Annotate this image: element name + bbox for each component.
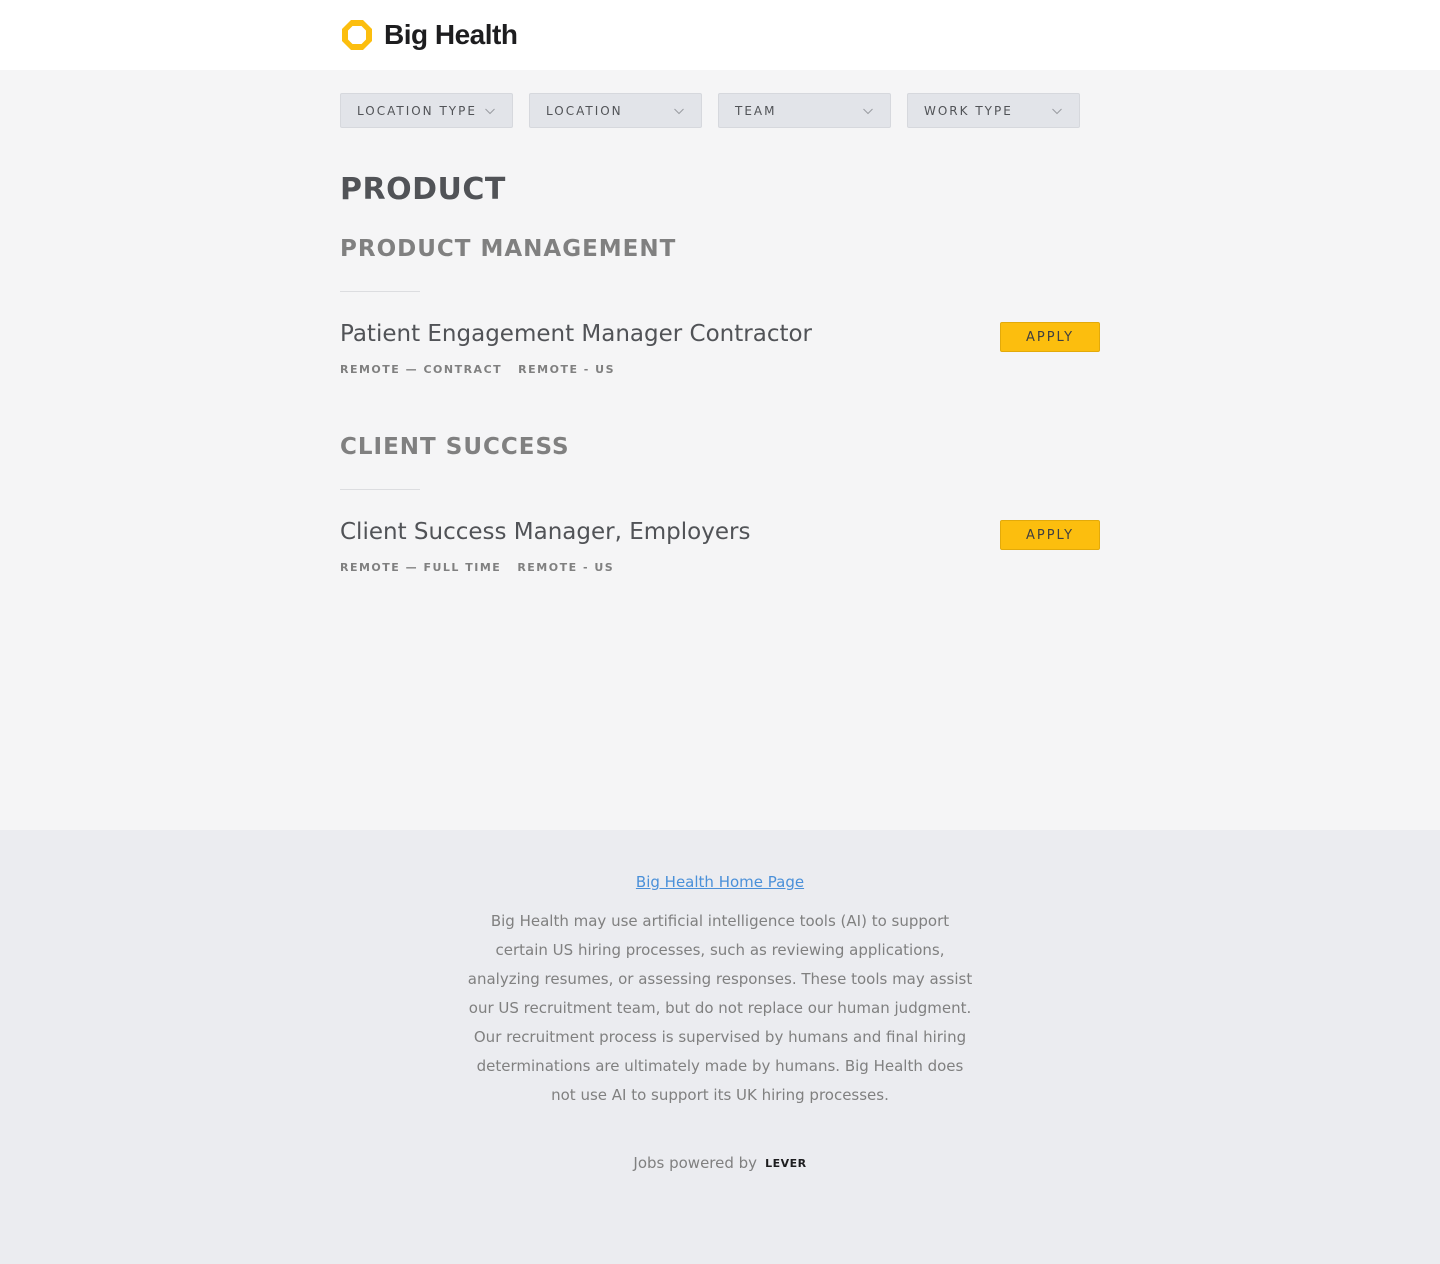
team-title-client-success: CLIENT SUCCESS	[340, 434, 570, 460]
filter-label: LOCATION	[546, 103, 623, 118]
team-filter[interactable]: TEAM	[718, 93, 891, 128]
brand-name: Big Health	[384, 19, 518, 50]
big-health-logo[interactable]: Big Health	[340, 18, 518, 52]
apply-button[interactable]: APPLY	[1000, 322, 1100, 352]
chevron-down-icon	[674, 108, 684, 114]
powered-by: Jobs powered by LEVER	[0, 1154, 1440, 1172]
postings-main: LOCATION TYPE LOCATION TEAM WORK TYPE PR…	[0, 70, 1440, 830]
ai-disclaimer: Big Health may use artificial intelligen…	[467, 912, 973, 1104]
chevron-down-icon	[1052, 108, 1062, 114]
lever-logo[interactable]: LEVER	[765, 1157, 807, 1170]
posting-title[interactable]: Client Success Manager, Employers	[340, 519, 750, 545]
chevron-down-icon	[485, 108, 495, 114]
posting-commitment: REMOTE — CONTRACT	[340, 363, 503, 376]
home-page-link[interactable]: Big Health Home Page	[0, 873, 1440, 891]
department-title: PRODUCT	[340, 172, 506, 207]
team-divider	[340, 291, 420, 292]
posting-location: REMOTE - US	[518, 363, 616, 376]
filter-label: TEAM	[735, 103, 777, 118]
big-health-logo-icon	[342, 20, 372, 50]
filter-bar: LOCATION TYPE LOCATION TEAM WORK TYPE	[340, 93, 1080, 128]
posting-meta: REMOTE — FULL TIME REMOTE - US	[340, 561, 614, 574]
location-filter[interactable]: LOCATION	[529, 93, 702, 128]
site-header: Big Health	[0, 0, 1440, 70]
team-title-product-management: PRODUCT MANAGEMENT	[340, 236, 677, 262]
filter-label: WORK TYPE	[924, 103, 1013, 118]
work-type-filter[interactable]: WORK TYPE	[907, 93, 1080, 128]
posting-title[interactable]: Patient Engagement Manager Contractor	[340, 321, 812, 347]
posting-meta: REMOTE — CONTRACT REMOTE - US	[340, 363, 615, 376]
location-type-filter[interactable]: LOCATION TYPE	[340, 93, 513, 128]
chevron-down-icon	[863, 108, 873, 114]
site-footer: Big Health Home Page Big Health may use …	[0, 830, 1440, 1264]
team-divider	[340, 489, 420, 490]
apply-button[interactable]: APPLY	[1000, 520, 1100, 550]
filter-label: LOCATION TYPE	[357, 103, 477, 118]
posting-location: REMOTE - US	[517, 561, 615, 574]
powered-by-label: Jobs powered by	[633, 1154, 758, 1172]
posting-commitment: REMOTE — FULL TIME	[340, 561, 502, 574]
